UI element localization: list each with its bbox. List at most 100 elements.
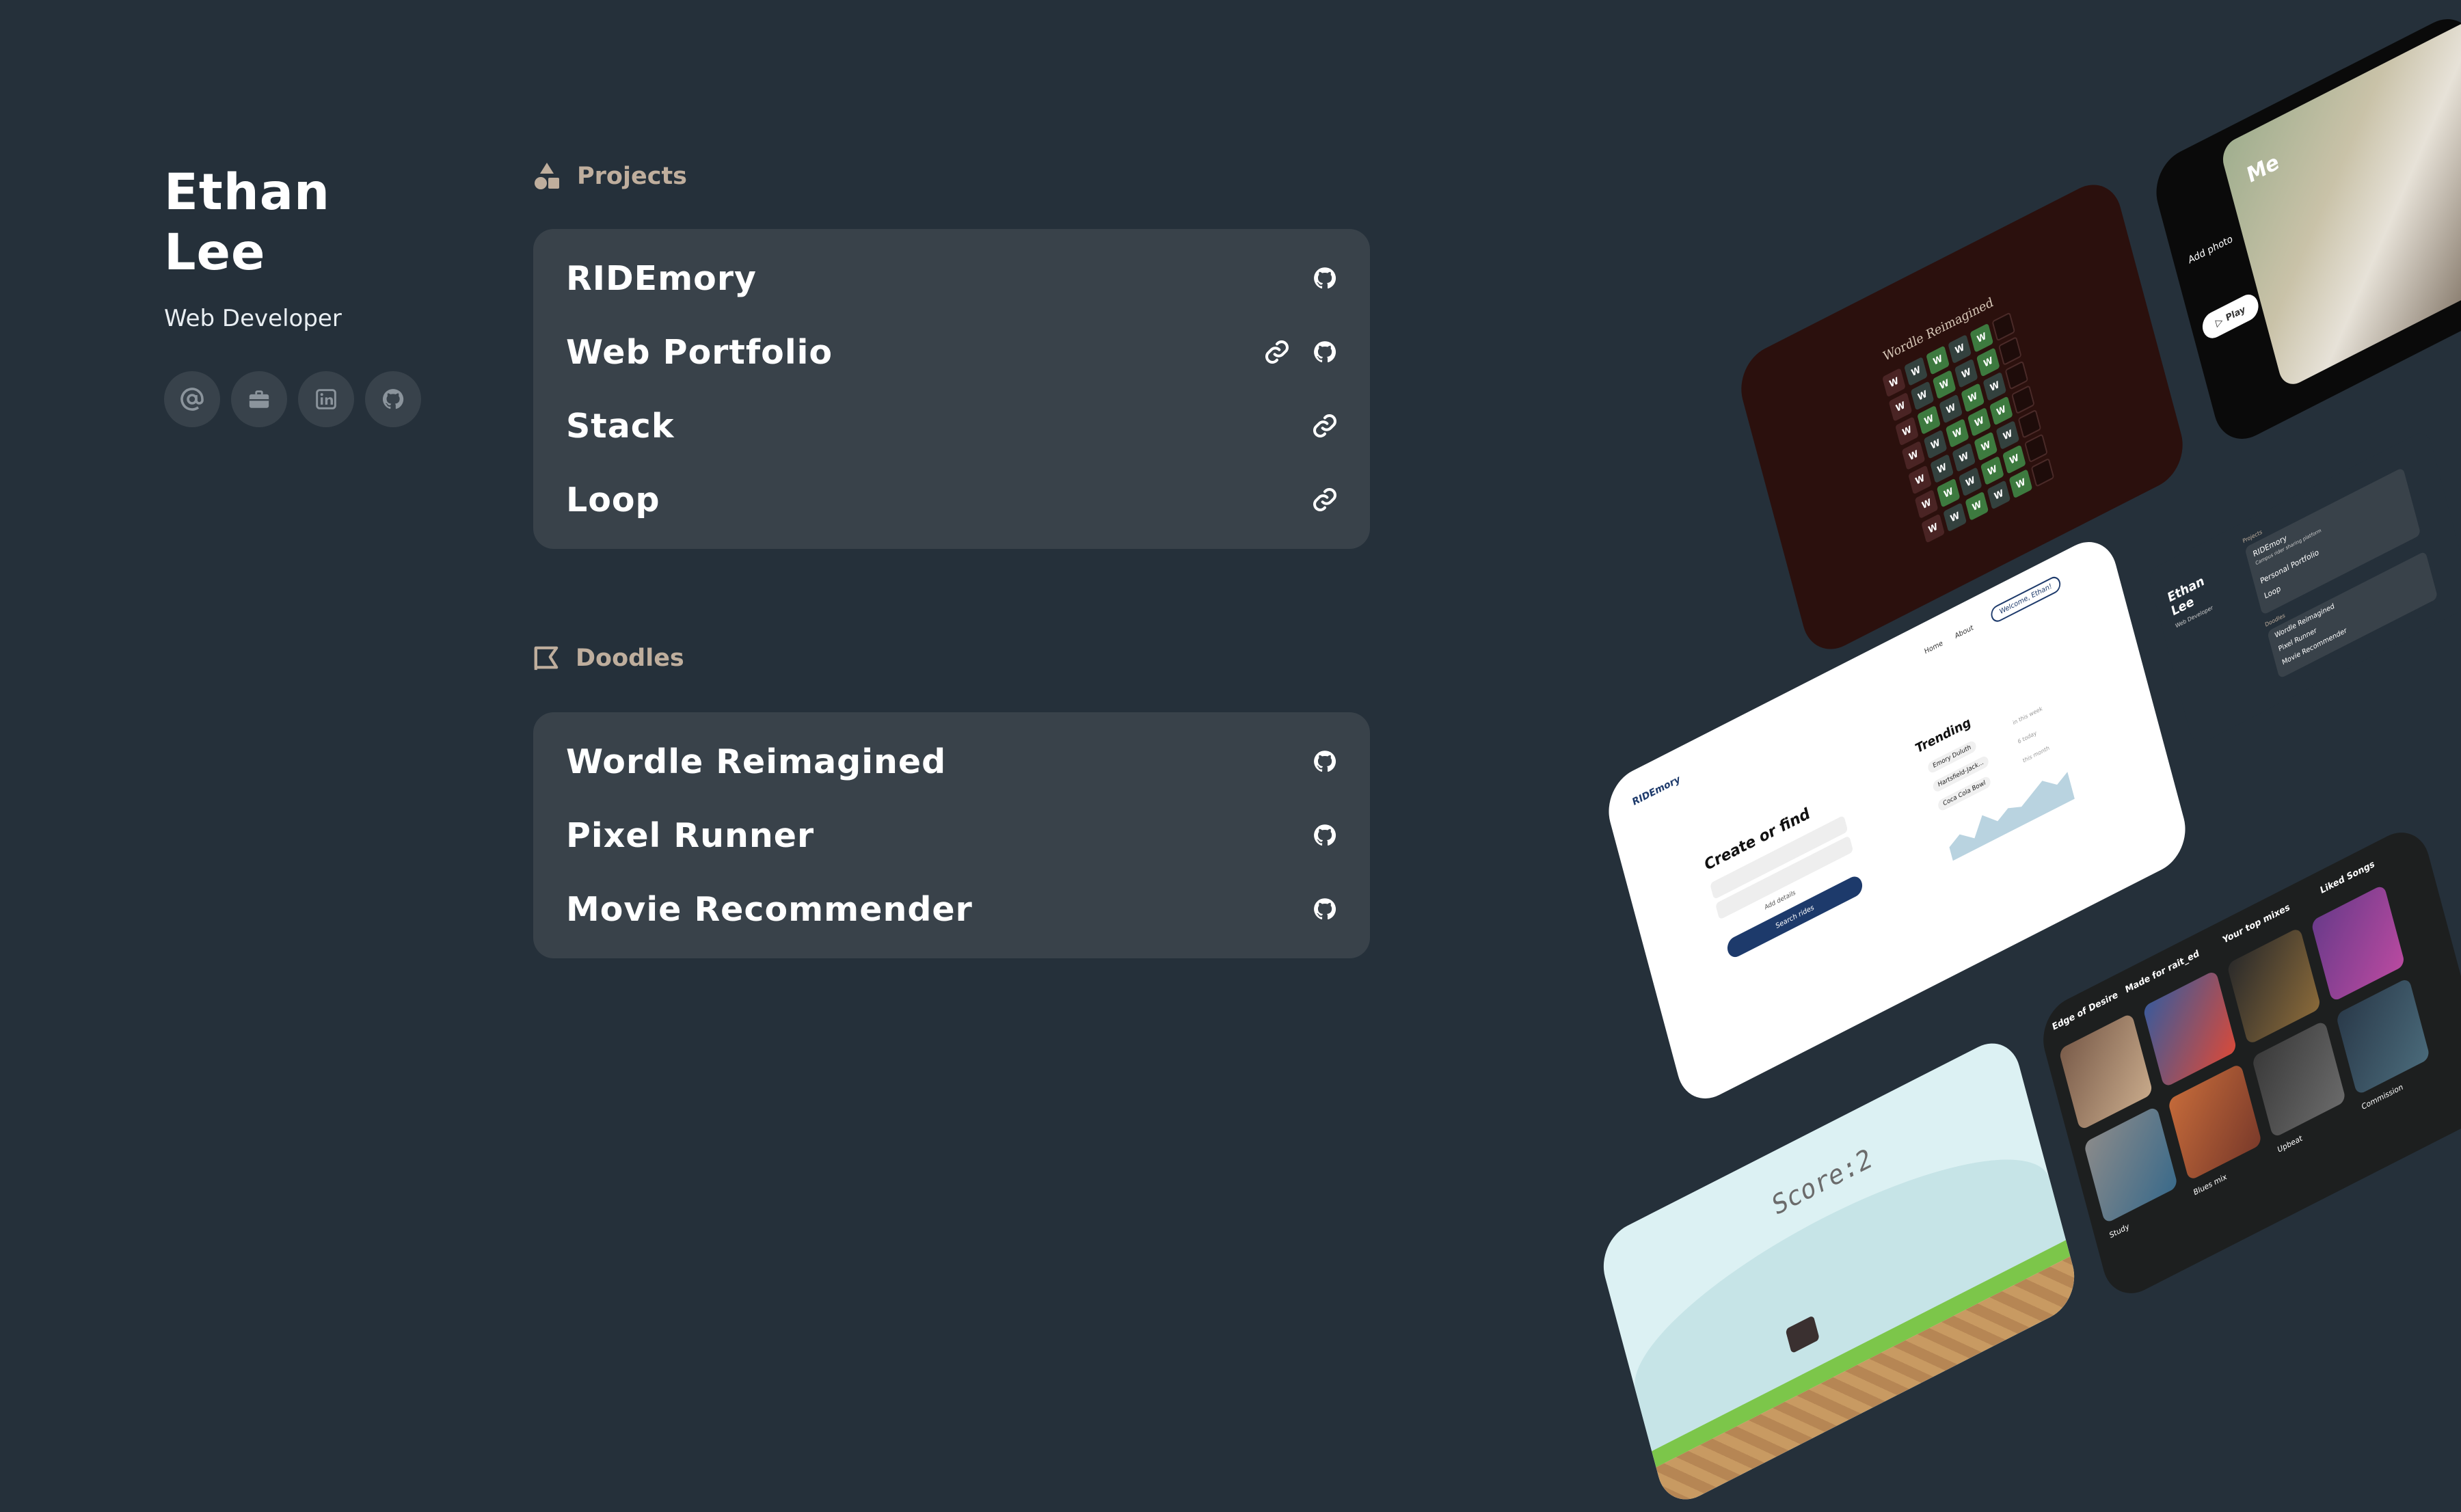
doodle-icon (534, 646, 559, 671)
project-row-ridemory[interactable]: RIDEmory (566, 241, 1339, 315)
ridemory-welcome[interactable]: Welcome, Ethan! (1989, 573, 2062, 625)
ridemory-search-button[interactable]: Search rides (1725, 873, 1865, 961)
github-icon[interactable] (1311, 338, 1339, 366)
link-icon[interactable] (1311, 412, 1339, 440)
portfolio-preview: Ethan Lee Web Developer Projects RIDEmor… (2147, 429, 2461, 747)
profile-name-last: Lee (164, 224, 266, 282)
wordle-tile: W (1917, 405, 1941, 435)
music-tile-label: Upbeat (2276, 1133, 2304, 1155)
wordle-tile: W (1943, 502, 1967, 532)
music-section: Liked Songs (2319, 859, 2376, 897)
doodles-heading-label: Doodles (576, 645, 684, 672)
project-row-stack[interactable]: Stack (566, 389, 1339, 463)
link-icon[interactable] (1263, 338, 1291, 366)
shapes-icon (535, 163, 559, 189)
loop-photo (2219, 16, 2461, 390)
briefcase-icon (249, 390, 269, 408)
music-tile[interactable] (2251, 1020, 2347, 1139)
loop-play-button[interactable]: ▷ Play (2199, 290, 2261, 343)
wordle-tile: W (1976, 347, 2000, 377)
ridemory-route-time: this month (2022, 744, 2050, 764)
pixel-runner-preview: Score:2 (1596, 1031, 2082, 1512)
wordle-tile: W (1882, 368, 1906, 398)
ridemory-nav-about[interactable]: About (1954, 624, 1974, 640)
github-icon[interactable] (1311, 748, 1339, 775)
project-links (1311, 412, 1339, 440)
email-button[interactable] (164, 371, 220, 427)
wordle-tile: W (1910, 381, 1935, 411)
doodle-row-wordle[interactable]: Wordle Reimagined (566, 725, 1339, 798)
project-row-loop[interactable]: Loop (566, 463, 1339, 537)
github-icon[interactable] (1311, 895, 1339, 923)
wordle-tile: W (2002, 444, 2026, 474)
linkedin-icon (316, 389, 336, 409)
loop-add-photo[interactable]: Add photo (2187, 233, 2233, 266)
ridemory-route-time: 6 today (2017, 729, 2038, 746)
loop-preview: Me Add photo ▷ Play (2148, 6, 2461, 452)
github-icon (382, 389, 404, 409)
wordle-tile: W (1895, 416, 1919, 446)
ridemory-search-label: Search rides (1775, 903, 1815, 930)
wordle-tile (2024, 433, 2048, 463)
wordle-tile: W (1904, 356, 1928, 386)
projects-panel: RIDEmory Web Portfolio Stack Loop (533, 229, 1370, 549)
wordle-tile: W (1908, 465, 1932, 495)
wordle-tile (2017, 409, 2042, 439)
doodle-row-pixel-runner[interactable]: Pixel Runner (566, 798, 1339, 872)
resume-button[interactable] (231, 371, 287, 427)
projects-heading: Projects (533, 161, 687, 191)
doodle-row-movie-recommender[interactable]: Movie Recommender (566, 872, 1339, 946)
wordle-tile: W (1921, 513, 1945, 543)
project-links (1263, 338, 1339, 366)
doodle-title[interactable]: Wordle Reimagined (566, 742, 946, 781)
linkedin-button[interactable] (298, 371, 354, 427)
wordle-tile: W (1954, 358, 1978, 388)
wordle-tile: W (1914, 489, 1939, 519)
wordle-tile: W (1974, 431, 1998, 461)
wordle-tile: W (1989, 396, 2013, 426)
github-button[interactable] (365, 371, 421, 427)
wordle-tile: W (1923, 429, 1948, 459)
ridemory-brand: RIDEmory (1631, 773, 1682, 809)
music-tile[interactable] (2167, 1063, 2263, 1181)
wordle-tile: W (1958, 467, 1982, 497)
music-tile[interactable] (2227, 927, 2322, 1046)
music-tile[interactable] (2335, 977, 2431, 1096)
wordle-tile: W (1965, 491, 1989, 521)
wordle-tile: W (1888, 392, 1913, 422)
project-title[interactable]: Loop (566, 481, 660, 519)
projects-heading-label: Projects (577, 163, 688, 190)
doodles-panel: Wordle Reimagined Pixel Runner Movie Rec… (533, 712, 1370, 958)
ridemory-nav-home[interactable]: Home (1924, 639, 1944, 656)
wordle-tile: W (1987, 480, 2011, 510)
profile-name-first: Ethan (164, 163, 330, 221)
github-icon[interactable] (1311, 822, 1339, 849)
wordle-tile: W (1995, 420, 2020, 450)
wordle-tile: W (1926, 345, 1950, 375)
at-icon (180, 388, 204, 411)
doodle-links (1311, 895, 1339, 923)
project-title[interactable]: Web Portfolio (566, 333, 833, 372)
doodle-links (1311, 748, 1339, 775)
doodle-title[interactable]: Movie Recommender (566, 890, 973, 929)
music-tile[interactable] (2311, 884, 2406, 1003)
wordle-tile: W (1945, 418, 1969, 448)
wordle-tile: W (1939, 394, 1963, 424)
project-title[interactable]: Stack (566, 407, 674, 446)
wordle-tile: W (1932, 369, 1956, 400)
mini-project-item: Loop (2263, 584, 2282, 601)
profile-name: Ethan Lee (164, 163, 330, 283)
music-tile[interactable] (2083, 1105, 2179, 1224)
music-tile[interactable] (2058, 1012, 2153, 1131)
wordle-tile (2004, 360, 2029, 390)
wordle-tile: W (1982, 371, 2007, 402)
project-row-web-portfolio[interactable]: Web Portfolio (566, 315, 1339, 389)
github-icon[interactable] (1311, 265, 1339, 292)
wordle-tile: W (1930, 453, 1954, 484)
link-icon[interactable] (1311, 486, 1339, 513)
music-tile-label: Study (2108, 1221, 2131, 1241)
wordle-tile: W (1961, 383, 1985, 413)
project-title[interactable]: RIDEmory (566, 259, 757, 298)
doodle-title[interactable]: Pixel Runner (566, 816, 814, 855)
music-tile[interactable] (2142, 969, 2237, 1088)
